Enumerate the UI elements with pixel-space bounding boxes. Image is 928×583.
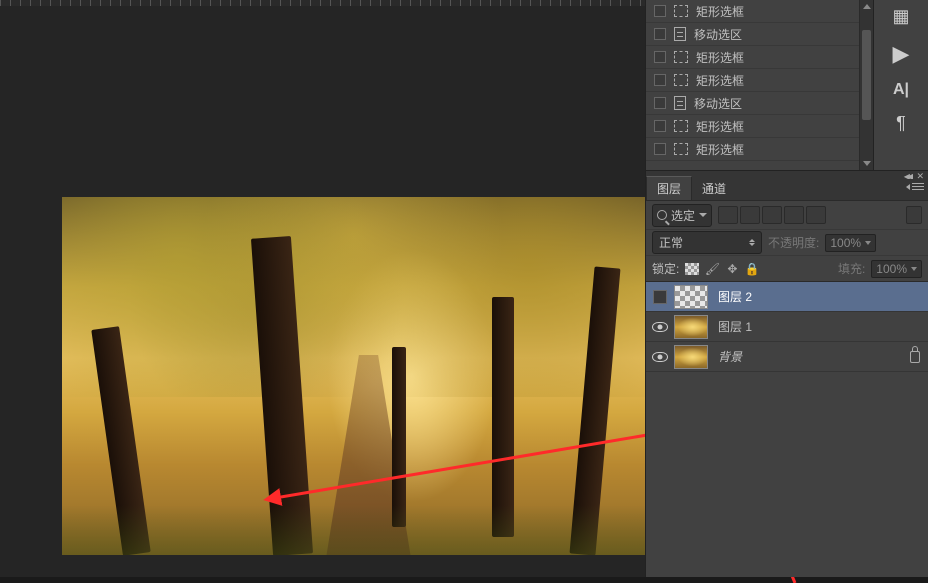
document-canvas[interactable] — [62, 197, 645, 555]
layer-filter-row: 选定 — [646, 201, 928, 229]
scroll-down-icon[interactable] — [863, 161, 871, 166]
scrollbar-thumb[interactable] — [862, 30, 871, 120]
vertical-toolbar: ▦ ▶ A| ¶ — [873, 0, 928, 170]
menu-bars-icon — [912, 183, 924, 191]
tab-channels[interactable]: 通道 — [692, 177, 736, 200]
history-check-icon — [654, 5, 666, 17]
history-label: 矩形选框 — [696, 141, 744, 158]
marquee-icon — [674, 51, 688, 63]
expand-panels-icon[interactable]: ▦ — [892, 6, 909, 27]
document-icon — [674, 27, 686, 41]
history-label: 移动选区 — [694, 26, 742, 43]
layer-row[interactable]: 背景 — [646, 342, 928, 372]
visibility-toggle[interactable] — [646, 322, 674, 332]
history-item[interactable]: 移动选区 — [646, 92, 873, 115]
history-check-icon — [654, 74, 666, 86]
filter-label: 选定 — [671, 207, 695, 224]
filter-smart-button[interactable] — [806, 206, 826, 224]
triangle-left-icon — [906, 184, 910, 190]
tab-layers[interactable]: 图层 — [646, 176, 692, 200]
history-item[interactable]: 矩形选框 — [646, 46, 873, 69]
marquee-icon — [674, 143, 688, 155]
history-check-icon — [654, 28, 666, 40]
visibility-toggle[interactable] — [646, 290, 674, 304]
lock-pixels-icon[interactable]: 🖌 — [705, 262, 719, 276]
blend-mode-row: 正常 不透明度: 100% — [646, 229, 928, 255]
filter-type-buttons — [718, 206, 826, 224]
marquee-icon — [674, 74, 688, 86]
fill-label: 填充: — [838, 260, 865, 277]
layer-thumbnail[interactable] — [674, 345, 708, 369]
history-label: 矩形选框 — [696, 49, 744, 66]
eye-icon — [652, 352, 668, 362]
history-check-icon — [654, 51, 666, 63]
filter-shape-button[interactable] — [784, 206, 804, 224]
chevron-down-icon — [911, 267, 917, 271]
history-item[interactable]: 矩形选框 — [646, 0, 873, 23]
document-icon — [674, 96, 686, 110]
filter-pixel-button[interactable] — [718, 206, 738, 224]
lock-all-icon[interactable]: 🔒 — [745, 262, 759, 276]
history-label: 矩形选框 — [696, 72, 744, 89]
layers-panel: ◀◀ ✕ 图层 通道 选定 正常 不透明度: — [645, 170, 928, 577]
image-foliage — [62, 197, 645, 397]
history-check-icon — [654, 120, 666, 132]
marquee-icon — [674, 5, 688, 17]
history-label: 矩形选框 — [696, 3, 744, 20]
layer-name: 图层 1 — [718, 318, 920, 335]
chevron-down-icon — [699, 213, 707, 217]
opacity-value: 100% — [830, 236, 861, 250]
history-check-icon — [654, 97, 666, 109]
layer-filter-select[interactable]: 选定 — [652, 204, 712, 227]
lock-row: 锁定: 🖌 ✥ 🔒 填充: 100% — [646, 255, 928, 281]
layer-row[interactable]: 图层 2 — [646, 282, 928, 312]
marquee-icon — [674, 120, 688, 132]
filter-toggle-button[interactable] — [906, 206, 922, 224]
blend-mode-select[interactable]: 正常 — [652, 231, 762, 254]
history-label: 矩形选框 — [696, 118, 744, 135]
lock-position-icon[interactable]: ✥ — [725, 262, 739, 276]
layer-thumbnail[interactable] — [674, 315, 708, 339]
opacity-label: 不透明度: — [768, 234, 819, 251]
lock-buttons: 🖌 ✥ 🔒 — [685, 262, 759, 276]
history-scrollbar[interactable] — [859, 0, 873, 170]
play-icon[interactable]: ▶ — [893, 41, 910, 67]
image-tree — [492, 297, 514, 537]
history-label: 移动选区 — [694, 95, 742, 112]
image-grass — [62, 505, 645, 555]
eye-icon — [652, 322, 668, 332]
layer-thumbnail[interactable] — [674, 285, 708, 309]
panel-tabs: 图层 通道 — [646, 179, 928, 201]
blend-mode-value: 正常 — [659, 234, 683, 251]
visibility-toggle[interactable] — [646, 352, 674, 362]
layer-row[interactable]: 图层 1 — [646, 312, 928, 342]
chevron-down-icon — [865, 241, 871, 245]
lock-icon — [910, 351, 920, 363]
image-tree — [392, 347, 406, 527]
canvas-area[interactable] — [0, 6, 645, 577]
lock-label: 锁定: — [652, 260, 679, 277]
layer-name: 图层 2 — [718, 288, 920, 305]
history-item[interactable]: 矩形选框 — [646, 115, 873, 138]
opacity-input[interactable]: 100% — [825, 234, 876, 252]
history-item[interactable]: 矩形选框 — [646, 138, 873, 161]
layer-name: 背景 — [718, 348, 910, 365]
history-item[interactable]: 移动选区 — [646, 23, 873, 46]
history-check-icon — [654, 143, 666, 155]
layers-list: 图层 2 图层 1 背景 — [646, 281, 928, 372]
fill-value: 100% — [876, 262, 907, 276]
filter-adjustment-button[interactable] — [740, 206, 760, 224]
updown-icon — [749, 239, 755, 246]
search-icon — [657, 210, 667, 220]
character-panel-icon[interactable]: A| — [893, 81, 909, 99]
lock-transparency-icon[interactable] — [685, 263, 699, 275]
panel-menu-icon[interactable] — [906, 183, 924, 191]
history-item[interactable]: 矩形选框 — [646, 69, 873, 92]
eye-off-icon — [653, 290, 667, 304]
fill-input[interactable]: 100% — [871, 260, 922, 278]
scroll-up-icon[interactable] — [863, 4, 871, 9]
history-panel: 矩形选框 移动选区 矩形选框 矩形选框 移动选区 矩形选框 矩形选框 — [645, 0, 873, 170]
filter-type-button[interactable] — [762, 206, 782, 224]
paragraph-panel-icon[interactable]: ¶ — [896, 113, 906, 134]
